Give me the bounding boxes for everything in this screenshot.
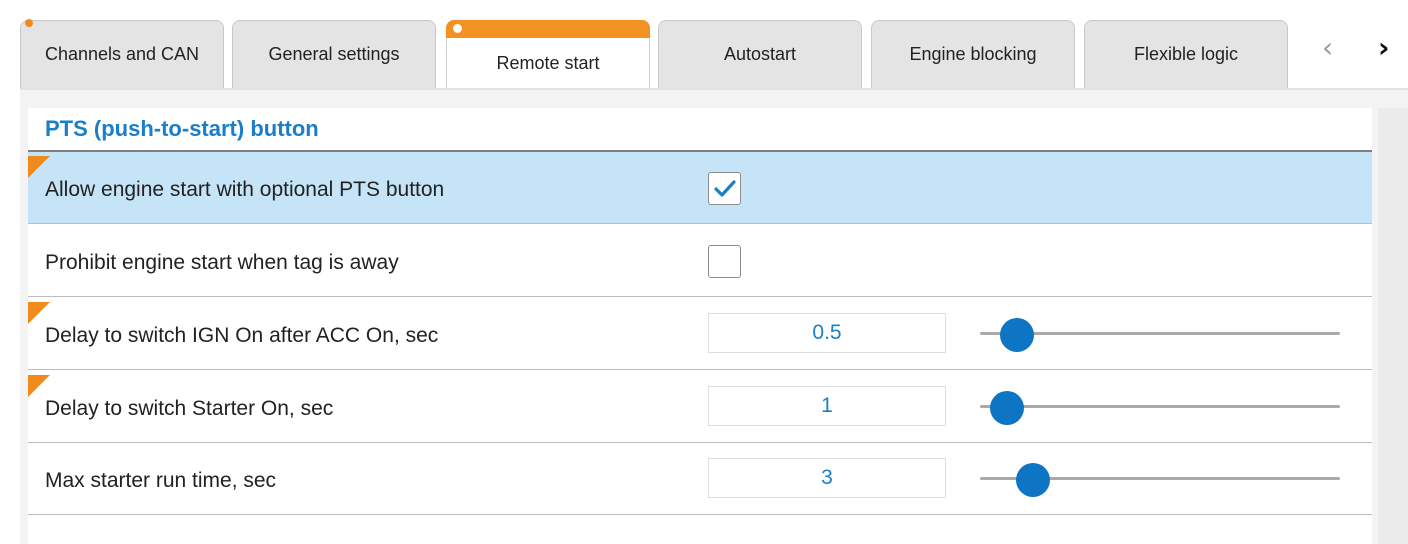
max-starter-time-slider[interactable] <box>980 459 1340 499</box>
modified-dot-icon <box>25 19 33 27</box>
tab-flexible-logic[interactable]: Flexible logic <box>1084 20 1288 88</box>
setting-label: Max starter run time, sec <box>45 469 277 492</box>
chevron-left-icon[interactable]: ‹ <box>1322 34 1333 62</box>
setting-row-prohibit-tag-away[interactable]: Prohibit engine start when tag is away <box>28 225 1372 297</box>
checkmark-icon <box>713 179 736 197</box>
slider-thumb[interactable] <box>1015 463 1050 497</box>
modified-dot-icon <box>453 24 462 33</box>
setting-row-starter-delay[interactable]: Delay to switch Starter On, sec 1 <box>28 371 1372 443</box>
section-title: PTS (push-to-start) button <box>45 116 319 141</box>
tab-label: Autostart <box>723 44 797 64</box>
tab-label: Channels and CAN <box>44 44 200 64</box>
changed-flag-icon <box>28 375 50 397</box>
tab-label: Engine blocking <box>909 44 1037 64</box>
slider-thumb[interactable] <box>989 391 1024 425</box>
prohibit-tag-away-checkbox[interactable] <box>708 245 741 278</box>
slider-thumb[interactable] <box>999 318 1034 352</box>
tab-label: Flexible logic <box>1133 44 1239 64</box>
setting-label: Allow engine start with optional PTS but… <box>45 178 445 201</box>
changed-flag-icon <box>28 302 50 324</box>
starter-delay-slider[interactable] <box>980 387 1340 427</box>
tab-autostart[interactable]: Autostart <box>658 20 862 88</box>
starter-delay-value-field[interactable]: 1 <box>708 386 946 426</box>
allow-pts-checkbox[interactable] <box>708 172 741 205</box>
slider-track <box>980 332 1340 335</box>
setting-label: Delay to switch IGN On after ACC On, sec <box>45 324 439 347</box>
max-starter-time-value-field[interactable]: 3 <box>708 458 946 498</box>
setting-label: Prohibit engine start when tag is away <box>45 251 399 274</box>
setting-row-allow-pts[interactable]: Allow engine start with optional PTS but… <box>28 152 1372 224</box>
tab-engine-blocking[interactable]: Engine blocking <box>871 20 1075 88</box>
setting-row-ign-delay[interactable]: Delay to switch IGN On after ACC On, sec… <box>28 298 1372 370</box>
setting-label: Delay to switch Starter On, sec <box>45 397 334 420</box>
ign-delay-slider[interactable] <box>980 314 1340 354</box>
chevron-right-icon[interactable]: › <box>1378 34 1390 62</box>
setting-row-max-starter-time[interactable]: Max starter run time, sec 3 <box>28 443 1372 515</box>
tab-bar: Channels and CAN General settings Remote… <box>0 0 1408 90</box>
tab-channels-and-can[interactable]: Channels and CAN <box>20 19 224 88</box>
active-tab-indicator <box>446 20 650 38</box>
tab-remote-start[interactable]: Remote start <box>446 20 650 90</box>
tab-label: General settings <box>268 44 400 64</box>
tab-label: Remote start <box>496 53 600 73</box>
changed-flag-icon <box>28 156 50 178</box>
ign-delay-value-field[interactable]: 0.5 <box>708 313 946 353</box>
scrollbar[interactable] <box>1378 108 1408 544</box>
tab-general-settings[interactable]: General settings <box>232 20 436 88</box>
slider-track <box>980 405 1340 408</box>
